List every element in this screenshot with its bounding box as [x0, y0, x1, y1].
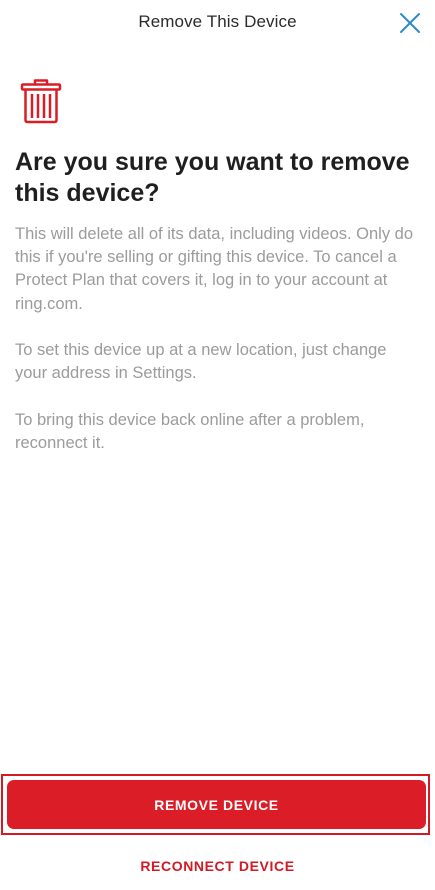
- trash-icon: [20, 78, 62, 124]
- confirm-heading: Are you sure you want to remove this dev…: [15, 148, 410, 207]
- reconnect-device-button[interactable]: RECONNECT DEVICE: [0, 852, 435, 880]
- page-title: Remove This Device: [138, 12, 297, 31]
- header-bar: Remove This Device: [0, 0, 435, 46]
- relocation-paragraph: To set this device up at a new location,…: [15, 341, 387, 383]
- remove-device-button[interactable]: REMOVE DEVICE: [7, 780, 426, 829]
- reconnect-paragraph: To bring this device back online after a…: [15, 411, 365, 453]
- close-icon: [400, 13, 420, 33]
- close-button[interactable]: [397, 10, 423, 36]
- warning-paragraph: This will delete all of its data, includ…: [15, 225, 414, 313]
